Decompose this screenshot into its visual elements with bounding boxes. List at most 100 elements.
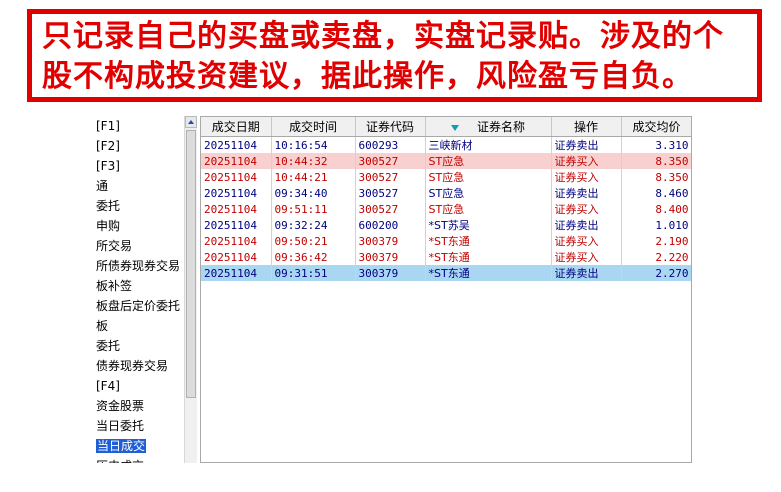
table-row[interactable]: 20251104 10:44:21 300527 ST应急 证券买入 8.350 [201, 169, 691, 185]
cell-name: *ST东通 [425, 249, 552, 265]
menu-item-label: [F4] [96, 379, 120, 393]
menu-item[interactable]: [F2] [92, 136, 184, 156]
menu-item-label: 债券现券交易 [96, 359, 169, 373]
cell-op: 证券卖出 [551, 217, 622, 233]
cell-code: 300527 [355, 201, 426, 217]
cell-date: 20251104 [201, 169, 272, 185]
cell-op: 证券卖出 [551, 185, 622, 201]
cell-price: 2.270 [621, 265, 691, 281]
function-menu: [F1] [F2] [F3] 通委托 申购 所交易 所债券现券交易 板补签 板盘后定价委托板委托… [92, 116, 184, 463]
table-row[interactable]: 20251104 09:34:40 300527 ST应急 证券卖出 8.460 [201, 185, 691, 201]
menu-item-label: 历史成交 [96, 459, 144, 463]
table-header: 成交日期 成交时间 证券代码 证券名称 操作 成交均价 [201, 117, 691, 137]
cell-code: 300527 [355, 169, 426, 185]
cell-code: 600200 [355, 217, 426, 233]
menu-item[interactable]: [F1] [92, 116, 184, 136]
banner-line-1: 只记录自己的买盘或卖盘，实盘记录贴。涉及的个 [42, 19, 724, 54]
menu-item[interactable]: 通 [92, 176, 184, 196]
cell-date: 20251104 [201, 217, 272, 233]
cell-code: 600293 [355, 136, 426, 153]
cell-time: 09:51:11 [271, 201, 356, 217]
cell-time: 10:44:32 [271, 153, 356, 169]
cell-op: 证券买入 [551, 249, 622, 265]
cell-name: ST应急 [425, 201, 552, 217]
col-header-name-label: 证券名称 [476, 120, 525, 134]
menu-item[interactable]: 板 [92, 316, 184, 336]
menu-item-label: 板补签 [96, 279, 133, 293]
menu-item-label: 当日委托 [96, 419, 145, 433]
table-row[interactable]: 20251104 09:51:11 300527 ST应急 证券买入 8.400 [201, 201, 691, 217]
disclaimer-banner: 只记录自己的买盘或卖盘，实盘记录贴。涉及的个 股不构成投资建议，据此操作，风险盈… [27, 9, 762, 102]
cell-code: 300527 [355, 185, 426, 201]
cell-price: 3.310 [621, 136, 691, 153]
scroll-up-icon[interactable] [185, 116, 197, 128]
table-row[interactable]: 20251104 09:32:24 600200 *ST苏吴 证券卖出 1.010 [201, 217, 691, 233]
menu-item[interactable]: 委托 [92, 336, 184, 356]
cell-date: 20251104 [201, 201, 272, 217]
menu-item[interactable]: [F3] [92, 156, 184, 176]
menu-item-label: [F3] [96, 159, 120, 173]
cell-time: 10:16:54 [271, 136, 356, 153]
table-row[interactable]: 20251104 10:44:32 300527 ST应急 证券买入 8.350 [201, 153, 691, 169]
cell-time: 09:34:40 [271, 185, 356, 201]
cell-price: 1.010 [621, 217, 691, 233]
cell-op: 证券买入 [551, 153, 622, 169]
menu-item[interactable]: 资金股票 [92, 396, 184, 416]
col-header-time[interactable]: 成交时间 [271, 117, 356, 137]
cell-time: 09:50:21 [271, 233, 356, 249]
cell-name: ST应急 [425, 185, 552, 201]
menu-scrollbar[interactable] [184, 116, 197, 463]
cell-date: 20251104 [201, 249, 272, 265]
cell-time: 09:32:24 [271, 217, 356, 233]
menu-item[interactable]: 板补签 [92, 276, 184, 296]
col-header-date[interactable]: 成交日期 [201, 117, 272, 137]
cell-time: 09:36:42 [271, 249, 356, 265]
table-row[interactable]: 20251104 10:16:54 600293 三峡新材 证券卖出 3.310 [201, 136, 691, 153]
menu-item[interactable]: 委托 [92, 196, 184, 216]
menu-item[interactable]: 历史成交 [92, 456, 184, 463]
menu-item[interactable]: 债券现券交易 [92, 356, 184, 376]
cell-code: 300527 [355, 153, 426, 169]
cell-date: 20251104 [201, 265, 272, 281]
cell-time: 09:31:51 [271, 265, 356, 281]
menu-item-label: 板盘后定价委托 [96, 299, 181, 313]
cell-price: 8.350 [621, 153, 691, 169]
cell-date: 20251104 [201, 185, 272, 201]
filter-triangle-icon[interactable] [450, 124, 459, 131]
cell-date: 20251104 [201, 233, 272, 249]
cell-code: 300379 [355, 265, 426, 281]
menu-item-label: 所债券现券交易 [96, 259, 181, 273]
cell-date: 20251104 [201, 136, 272, 153]
col-header-price[interactable]: 成交均价 [621, 117, 691, 137]
menu-item[interactable]: 所债券现券交易 [92, 256, 184, 276]
menu-item-label: 所交易 [96, 239, 133, 253]
cell-price: 8.350 [621, 169, 691, 185]
menu-item[interactable]: [F4] [92, 376, 184, 396]
menu-item-label: 委托 [96, 339, 121, 353]
menu-item[interactable]: 申购 [92, 216, 184, 236]
cell-op: 证券买入 [551, 233, 622, 249]
col-header-code[interactable]: 证券代码 [355, 117, 426, 137]
cell-price: 8.400 [621, 201, 691, 217]
cell-name: ST应急 [425, 169, 552, 185]
col-header-op[interactable]: 操作 [551, 117, 622, 137]
menu-item-label: 委托 [96, 199, 121, 213]
table-row[interactable]: 20251104 09:31:51 300379 *ST东通 证券卖出 2.270 [201, 265, 691, 281]
scroll-thumb[interactable] [186, 130, 196, 398]
trade-table: 成交日期 成交时间 证券代码 证券名称 操作 成交均价 20251104 10:1… [200, 116, 692, 463]
cell-code: 300379 [355, 233, 426, 249]
table-row[interactable]: 20251104 09:50:21 300379 *ST东通 证券买入 2.190 [201, 233, 691, 249]
table-row[interactable]: 20251104 09:36:42 300379 *ST东通 证券买入 2.220 [201, 249, 691, 265]
menu-item[interactable]: 当日成交 [92, 436, 184, 456]
menu-item[interactable]: 所交易 [92, 236, 184, 256]
menu-item-label: 当日成交 [96, 439, 147, 453]
cell-name: *ST苏吴 [425, 217, 552, 233]
cell-op: 证券卖出 [551, 136, 622, 153]
menu-item-label: [F1] [96, 119, 120, 133]
cell-date: 20251104 [201, 153, 272, 169]
menu-item[interactable]: 当日委托 [92, 416, 184, 436]
col-header-name[interactable]: 证券名称 [425, 117, 552, 137]
cell-code: 300379 [355, 249, 426, 265]
menu-item[interactable]: 板盘后定价委托 [92, 296, 184, 316]
cell-op: 证券买入 [551, 201, 622, 217]
